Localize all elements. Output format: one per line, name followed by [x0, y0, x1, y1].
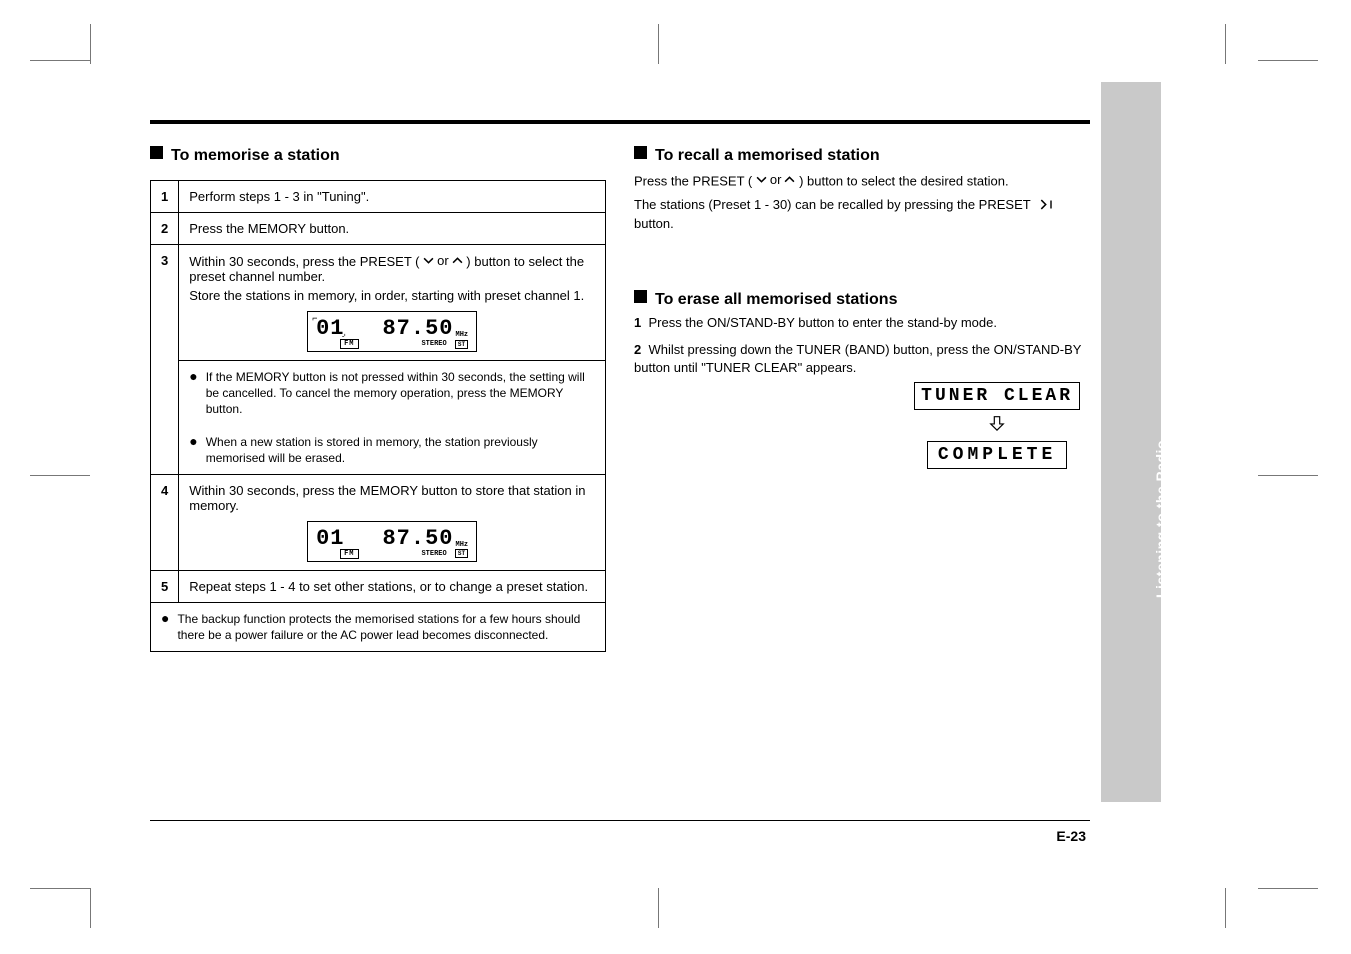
- step-number: 4: [151, 474, 179, 570]
- top-rule: [150, 120, 1090, 124]
- table-row: 3 Within 30 seconds, press the PRESET ( …: [151, 245, 606, 361]
- text-fragment: Within 30 seconds, press the PRESET (: [189, 254, 419, 269]
- text-fragment: ) button to select the desired station.: [799, 173, 1009, 188]
- square-bullet-icon: [634, 290, 647, 303]
- crop-mark: [1258, 888, 1318, 889]
- lcd-frequency: 87.50: [382, 526, 453, 551]
- text-fragment: Within 30 seconds, press the MEMORY butt…: [189, 483, 585, 513]
- right-column: To recall a memorised station Press the …: [634, 146, 1090, 652]
- lcd-display: 01 87.50MHz FM STEREO ST: [307, 521, 477, 562]
- note-cell: ● When a new station is stored in memory,…: [179, 426, 606, 475]
- bottom-rule: [150, 820, 1090, 821]
- page-content: To memorise a station 1 Perform steps 1 …: [150, 120, 1090, 652]
- chevron-down-icon: [756, 174, 767, 185]
- table-row: 2 Press the MEMORY button.: [151, 213, 606, 245]
- section-heading-erase: To erase all memorised stations: [634, 290, 1090, 310]
- note-text: When a new station is stored in memory, …: [206, 434, 595, 466]
- crop-mark: [30, 60, 90, 61]
- step-number-inline: 1: [634, 315, 641, 330]
- step-line: 2 Whilst pressing down the TUNER (BAND) …: [634, 341, 1090, 376]
- chevron-up-icon: [784, 174, 795, 185]
- table-row: 5 Repeat steps 1 - 4 to set other statio…: [151, 570, 606, 602]
- text-fragment: Whilst pressing down the TUNER (BAND) bu…: [634, 342, 1081, 375]
- heading-text: To recall a memorised station: [655, 146, 880, 166]
- step-text: Repeat steps 1 - 4 to set other stations…: [179, 570, 606, 602]
- crop-mark: [658, 24, 659, 64]
- step-number: 5: [151, 570, 179, 602]
- text-fragment: Press the ON/STAND-BY button to enter th…: [648, 315, 997, 330]
- step-line: 1 Press the ON/STAND-BY button to enter …: [634, 314, 1090, 332]
- crop-mark: [30, 888, 90, 889]
- step-text: Press the MEMORY button.: [179, 213, 606, 245]
- table-row: ●If the MEMORY button is not pressed wit…: [151, 361, 606, 426]
- arrow-down-icon: [914, 414, 1080, 437]
- steps-table: 1 Perform steps 1 - 3 in "Tuning". 2 Pre…: [150, 180, 606, 652]
- text-fragment: The stations (Preset 1 - 30) can be reca…: [634, 197, 1030, 212]
- crop-mark: [1258, 475, 1318, 476]
- lcd-preset-number: ⌐ 01 ⌏: [316, 316, 344, 341]
- side-tab-background: [1101, 82, 1161, 802]
- lcd-display-small: TUNER CLEAR: [914, 382, 1080, 410]
- page-number: E-23: [1056, 828, 1086, 844]
- bar-icon: [1049, 199, 1053, 210]
- crop-mark: [1258, 60, 1318, 61]
- text-fragment: or: [770, 170, 782, 190]
- step-text: Within 30 seconds, press the MEMORY butt…: [179, 474, 606, 570]
- table-row: 4 Within 30 seconds, press the MEMORY bu…: [151, 474, 606, 570]
- square-bullet-icon: [634, 146, 647, 159]
- preset-seek-icon: [1034, 195, 1053, 215]
- lcd-display: ⌐ 01 ⌏ 87.50MHz: [307, 311, 477, 352]
- note-cell: ●If the MEMORY button is not pressed wit…: [179, 361, 606, 426]
- text-fragment: Press the PRESET (: [634, 173, 752, 188]
- step-number: 2: [151, 213, 179, 245]
- heading-text: To erase all memorised stations: [655, 290, 897, 310]
- bullet-dot-icon: ●: [189, 434, 197, 466]
- step-text: Within 30 seconds, press the PRESET ( or…: [179, 245, 606, 361]
- lcd-band-badge: FM: [340, 549, 358, 559]
- bullet-dot-icon: ●: [161, 611, 169, 643]
- lcd-unit: MHz: [456, 331, 469, 339]
- bullet-dot-icon: ●: [189, 369, 197, 418]
- chevron-down-icon: [423, 255, 434, 266]
- table-row: 1 Perform steps 1 - 3 in "Tuning".: [151, 181, 606, 213]
- lcd-frequency: 87.50: [382, 316, 453, 341]
- preset-chevrons: or: [423, 253, 463, 268]
- table-row: ●The backup function protects the memori…: [151, 602, 606, 651]
- crop-mark: [1225, 24, 1226, 64]
- paragraph: Press the PRESET ( or ) button to select…: [634, 170, 1090, 191]
- section-heading-recall: To recall a memorised station: [634, 146, 1090, 166]
- lcd-preset-number: 01: [316, 526, 344, 551]
- step-number-inline: 2: [634, 342, 641, 357]
- side-tab-label: Listening to the Radio: [1153, 440, 1169, 598]
- crop-mark: [90, 24, 91, 64]
- lcd-sequence: TUNER CLEAR COMPLETE: [914, 382, 1080, 469]
- crop-mark: [658, 888, 659, 928]
- step-number: 1: [151, 181, 179, 213]
- step-text: Perform steps 1 - 3 in "Tuning".: [179, 181, 606, 213]
- lcd-stereo-indicator: STEREO ST: [421, 340, 468, 349]
- chevron-up-icon: [452, 255, 463, 266]
- note-text: The backup function protects the memoris…: [177, 611, 595, 643]
- lcd-stereo-indicator: STEREO ST: [421, 549, 468, 558]
- text-fragment: Store the stations in memory, in order, …: [189, 288, 595, 303]
- crop-mark: [90, 888, 91, 928]
- step-number: 3: [151, 245, 179, 475]
- left-column: To memorise a station 1 Perform steps 1 …: [150, 146, 606, 652]
- square-bullet-icon: [150, 146, 163, 159]
- text-fragment: button.: [634, 216, 674, 231]
- table-row: ● When a new station is stored in memory,…: [151, 426, 606, 475]
- paragraph: The stations (Preset 1 - 30) can be reca…: [634, 195, 1090, 234]
- crop-mark: [30, 475, 90, 476]
- note-text: If the MEMORY button is not pressed with…: [206, 369, 595, 418]
- lcd-unit: MHz: [456, 541, 469, 549]
- section-heading-memorise: To memorise a station: [150, 146, 606, 166]
- lcd-display-small: COMPLETE: [927, 441, 1067, 469]
- preset-chevrons: or: [756, 170, 796, 190]
- crop-mark: [1225, 888, 1226, 928]
- text-fragment: or: [437, 253, 449, 268]
- note-cell: ●The backup function protects the memori…: [151, 602, 606, 651]
- heading-text: To memorise a station: [171, 146, 340, 166]
- chevron-right-icon: [1038, 199, 1049, 210]
